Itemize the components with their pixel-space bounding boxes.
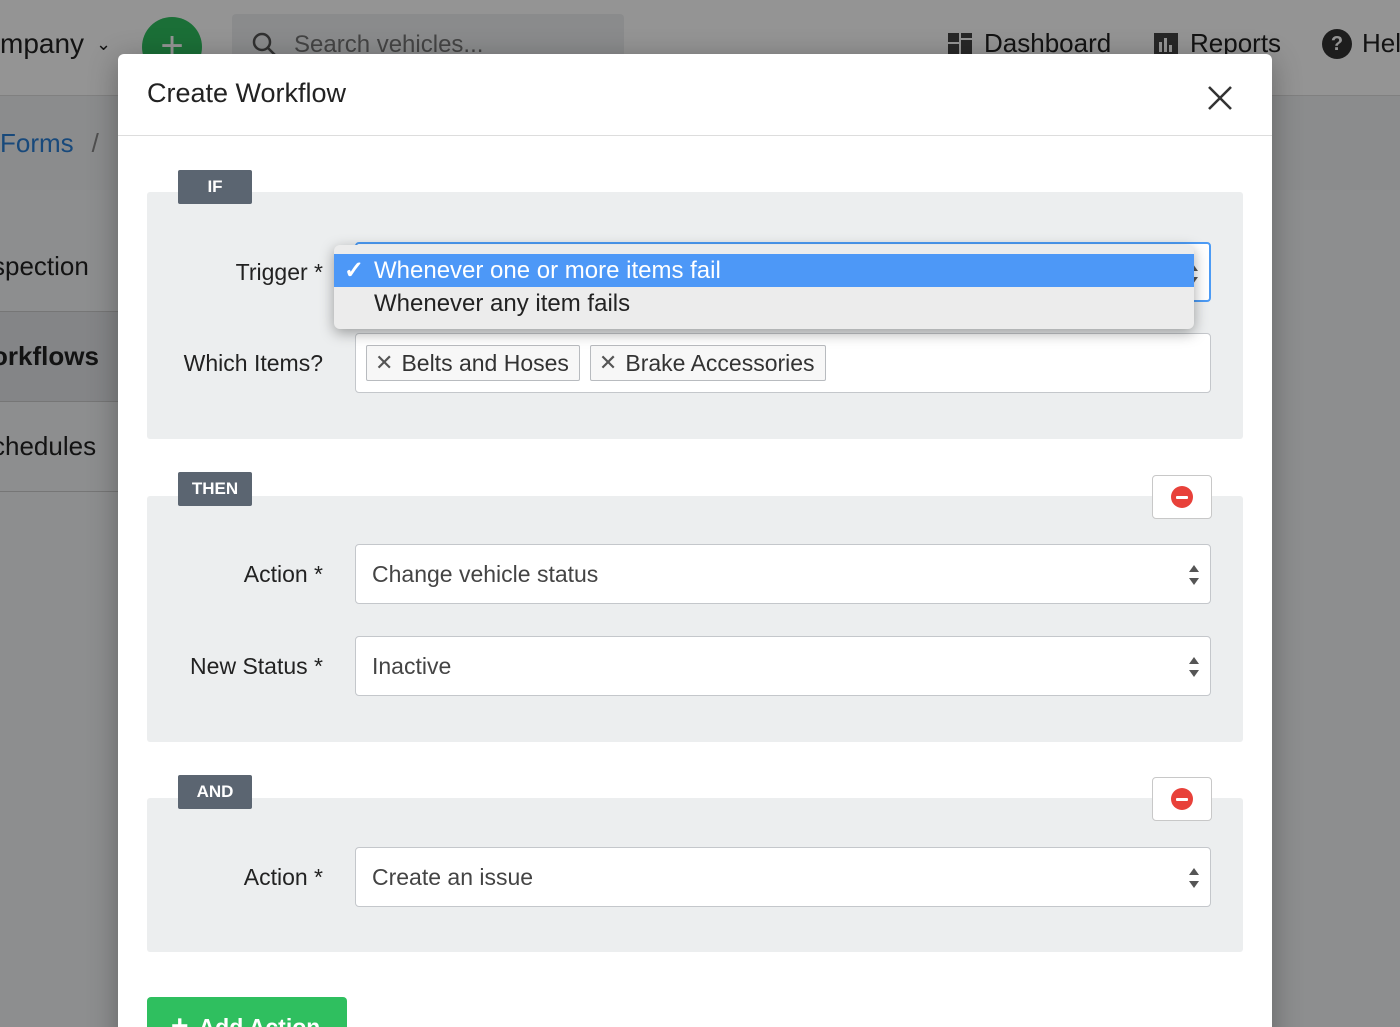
modal-header: Create Workflow [118, 54, 1272, 136]
then-tag: THEN [178, 472, 252, 506]
item-chip-label: Belts and Hoses [401, 349, 569, 376]
trigger-option-label: Whenever one or more items fail [374, 256, 721, 284]
plus-icon: + [171, 1010, 189, 1027]
remove-chip-icon[interactable]: ✕ [375, 350, 393, 376]
remove-chip-icon[interactable]: ✕ [599, 350, 617, 376]
remove-then-button[interactable] [1152, 475, 1212, 519]
which-items-multiselect[interactable]: ✕ Belts and Hoses ✕ Brake Accessories [355, 333, 1211, 393]
remove-and-button[interactable] [1152, 777, 1212, 821]
trigger-label: Trigger * [235, 259, 323, 285]
checkmark-icon: ✓ [344, 257, 365, 284]
item-chip: ✕ Brake Accessories [589, 345, 826, 381]
action-label: Action * [243, 864, 323, 890]
action-select[interactable]: Change vehicle status [355, 544, 1211, 604]
modal-title: Create Workflow [147, 78, 347, 108]
action-label: Action * [243, 561, 323, 587]
close-icon[interactable] [1204, 82, 1236, 114]
and-action-select-value: Create an issue [372, 863, 534, 890]
trigger-dropdown-menu: ✓ Whenever one or more items fail Whenev… [334, 245, 1194, 329]
trigger-option[interactable]: Whenever any item fails [334, 287, 1194, 320]
item-chip: ✕ Belts and Hoses [366, 345, 580, 381]
select-arrows-icon [1189, 868, 1199, 888]
and-tag: AND [178, 775, 252, 809]
if-tag: IF [178, 170, 252, 204]
add-action-label: Add Action [198, 1013, 321, 1027]
trigger-option-label: Whenever any item fails [374, 289, 631, 317]
then-section [147, 496, 1243, 742]
create-workflow-modal: Create Workflow IF Trigger * Which Items… [118, 54, 1272, 1027]
item-chip-label: Brake Accessories [625, 349, 815, 376]
remove-circle-icon [1171, 486, 1193, 508]
select-arrows-icon [1189, 657, 1199, 677]
new-status-select[interactable]: Inactive [355, 636, 1211, 696]
new-status-select-value: Inactive [372, 652, 452, 679]
select-arrows-icon [1189, 565, 1199, 585]
and-action-select[interactable]: Create an issue [355, 847, 1211, 907]
trigger-option[interactable]: ✓ Whenever one or more items fail [334, 254, 1194, 287]
which-items-label: Which Items? [183, 350, 323, 376]
action-select-value: Change vehicle status [372, 560, 599, 587]
add-action-button[interactable]: + Add Action [147, 997, 347, 1027]
new-status-label: New Status * [190, 653, 323, 679]
remove-circle-icon [1171, 788, 1193, 810]
